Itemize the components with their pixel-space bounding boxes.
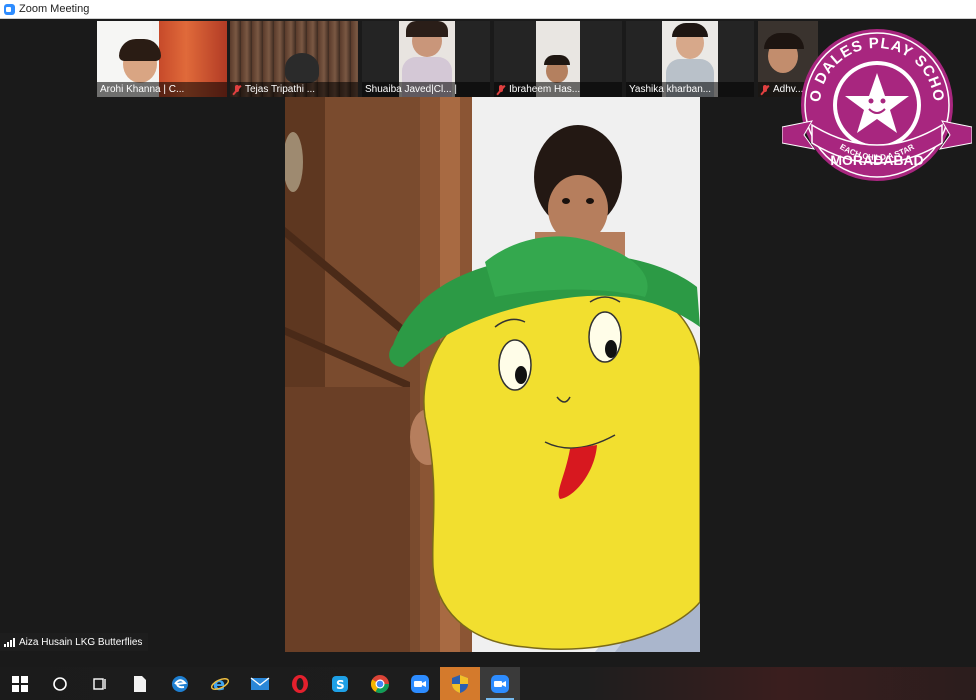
windows-taskbar: e S (0, 667, 976, 700)
participant-tile-5[interactable]: Yashika kharban... (626, 21, 754, 97)
school-logo-badge: NEO DALES PLAY SCHOOL EACH CHILD A STAR … (776, 12, 973, 185)
mic-muted-icon (761, 84, 769, 95)
participant-tile-1[interactable]: Arohi Khanna | C... (97, 21, 227, 97)
zoom-app-icon (4, 3, 15, 15)
mic-muted-icon (497, 84, 505, 95)
svg-text:S: S (336, 678, 345, 692)
security-shield-icon[interactable] (440, 667, 480, 700)
zoom-meeting-icon[interactable] (480, 667, 520, 700)
logo-bottom-text: MORADABAD (830, 152, 923, 168)
participant-tile-2[interactable]: Tejas Tripathi ... (230, 21, 358, 97)
window-title: Zoom Meeting (19, 3, 90, 15)
search-circle-icon[interactable] (40, 667, 80, 700)
windows-start-icon[interactable] (0, 667, 40, 700)
participant-name: Tejas Tripathi ... (245, 84, 316, 95)
mango-cutout (423, 273, 700, 650)
task-view-icon[interactable] (80, 667, 120, 700)
participant-name: Yashika kharban... (629, 84, 712, 95)
connection-signal-icon (4, 637, 15, 647)
active-speaker-name: Aiza Husain LKG Butterflies (19, 636, 143, 648)
mic-muted-icon (233, 84, 241, 95)
opera-icon[interactable] (280, 667, 320, 700)
speaker-video-frame (285, 97, 700, 652)
window-titlebar: Zoom Meeting (0, 0, 976, 19)
skype-icon[interactable]: S (320, 667, 360, 700)
participant-name: Shuaiba Javed|Cl... | (365, 84, 457, 95)
file-icon[interactable] (120, 667, 160, 700)
mail-icon[interactable] (240, 667, 280, 700)
ie-icon[interactable]: e (200, 667, 240, 700)
participant-tile-3[interactable]: Shuaiba Javed|Cl... | (362, 21, 490, 97)
svg-text:e: e (213, 674, 225, 694)
meeting-stage: Arohi Khanna | C... Tejas Tripathi ... S… (0, 12, 976, 667)
zoom-icon[interactable] (400, 667, 440, 700)
participant-name: Arohi Khanna | C... (100, 84, 185, 95)
chrome-icon[interactable] (360, 667, 400, 700)
participant-name: Ibraheem Has... (509, 84, 581, 95)
active-speaker-label: Aiza Husain LKG Butterflies (0, 633, 149, 651)
edge-icon[interactable] (160, 667, 200, 700)
school-logo: NEO DALES PLAY SCHOOL EACH CHILD A STAR … (776, 12, 973, 181)
active-speaker-video (285, 97, 700, 652)
participant-tile-4[interactable]: Ibraheem Has... (494, 21, 622, 97)
